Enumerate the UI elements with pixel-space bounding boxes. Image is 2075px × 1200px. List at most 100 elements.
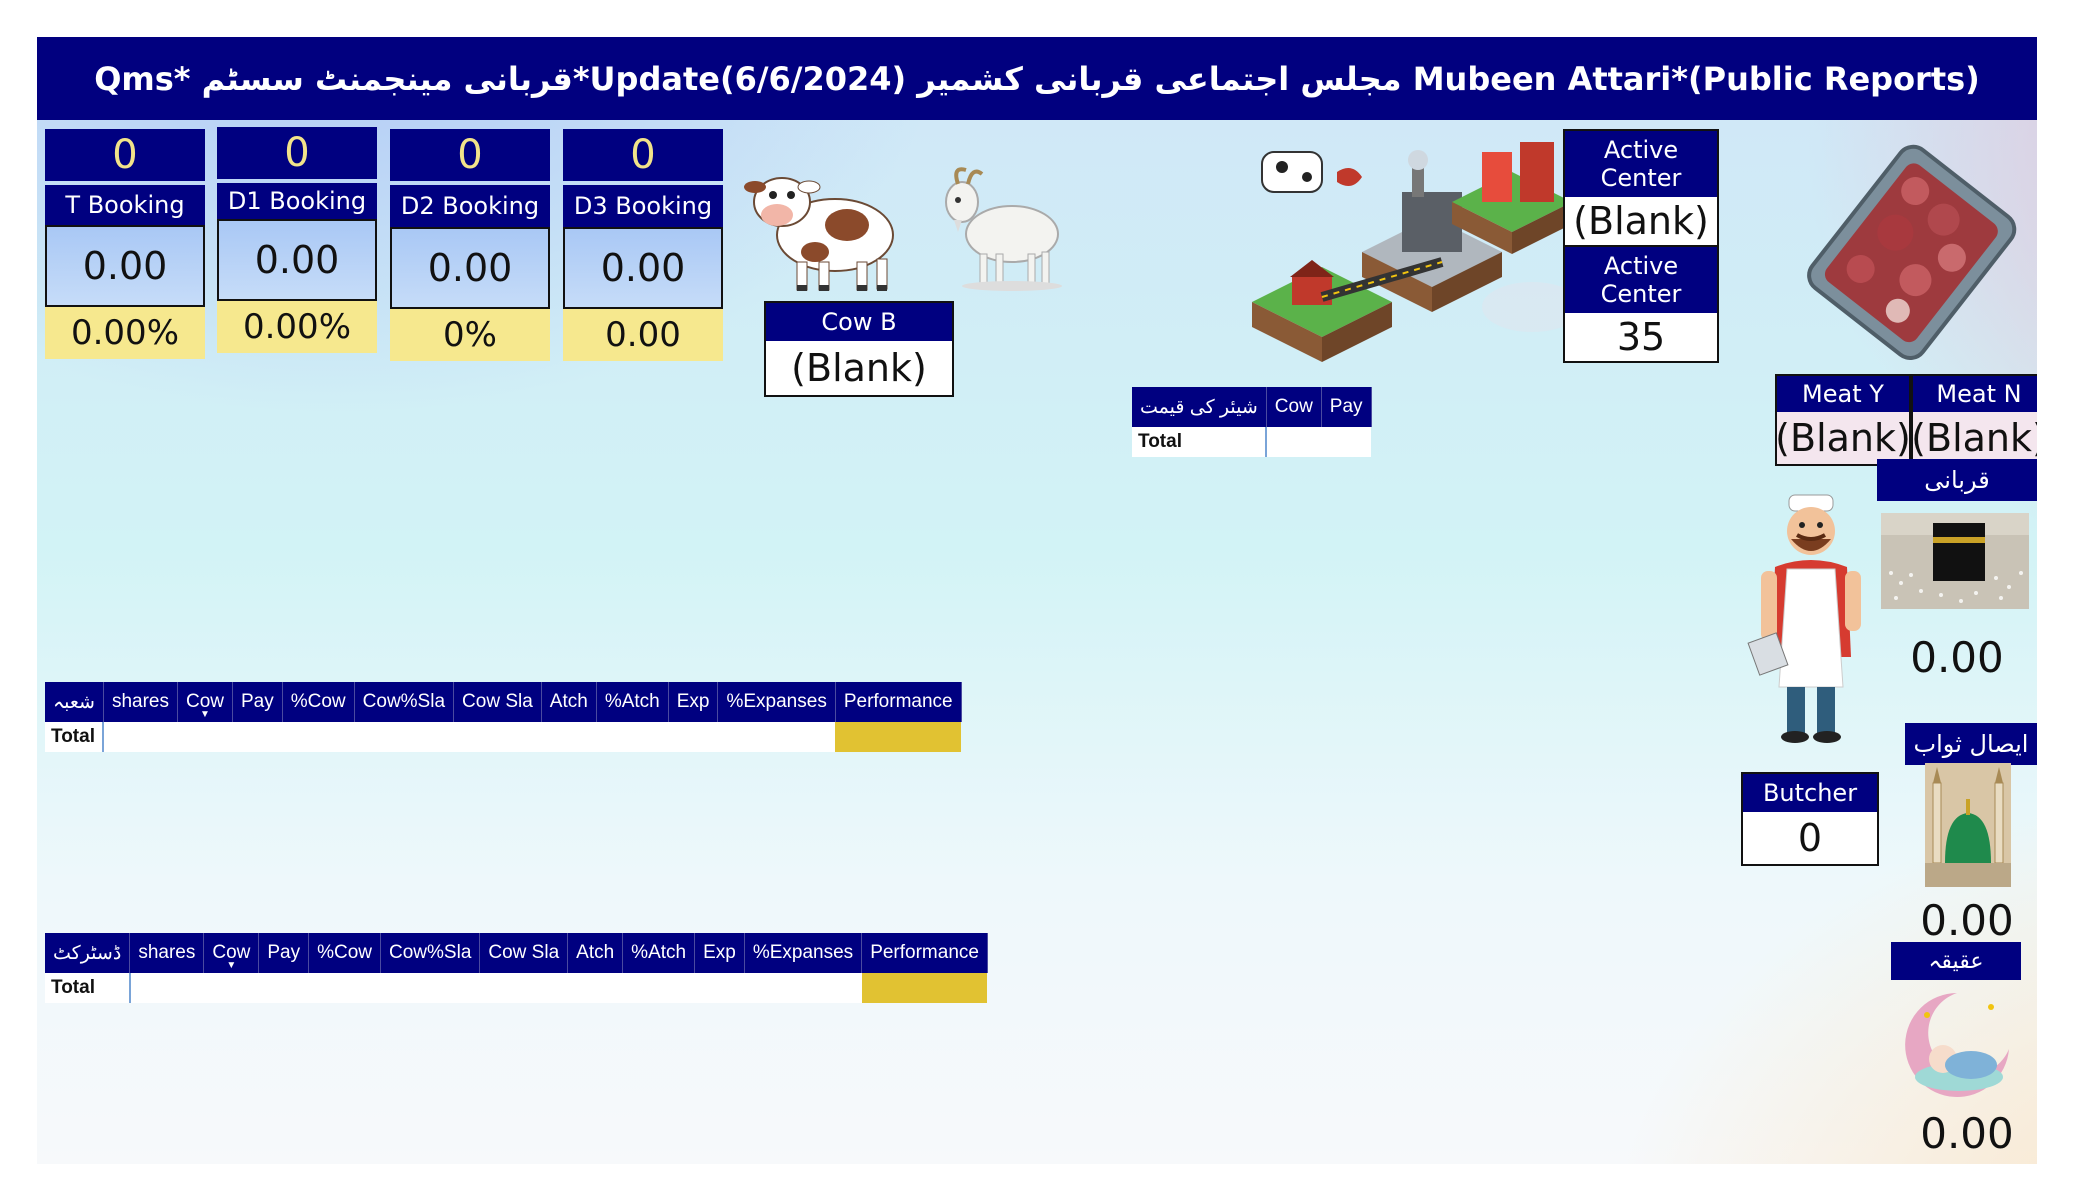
- column-header[interactable]: shares: [103, 682, 178, 722]
- table-row: Total: [1132, 427, 1372, 457]
- column-header[interactable]: Pay: [1321, 387, 1372, 427]
- table-cell: [380, 973, 480, 1003]
- kpi-d3-booking: 0 D3 Booking 0.00 0.00: [563, 129, 723, 361]
- district-matrix: ڈسٹرکٹ shares Cow ▼ Pay %Cow Cow%Sla Cow …: [45, 933, 988, 1003]
- kpi-percent: 0.00: [563, 309, 723, 361]
- report-canvas: (Public Reports)*Mubeen Attari مجلس اجتم…: [37, 37, 2037, 1164]
- sort-caret-icon[interactable]: ▼: [226, 960, 236, 971]
- table-cell: [1321, 427, 1372, 457]
- column-header[interactable]: Atch: [567, 933, 624, 973]
- table-cell: [282, 722, 355, 752]
- performance-cell: [835, 722, 962, 752]
- meat-tray-icon: [1807, 137, 2017, 367]
- active-center-value: 35: [1616, 315, 1666, 359]
- table-cell: [103, 722, 178, 752]
- active-center-value: (Blank): [1573, 199, 1709, 243]
- column-header[interactable]: %Cow: [282, 682, 355, 722]
- mosque-dome-icon: [1925, 763, 2011, 887]
- report-header: (Public Reports)*Mubeen Attari مجلس اجتم…: [37, 37, 2037, 120]
- column-header[interactable]: %Cow: [308, 933, 382, 973]
- isal-sawab-value: 0.00: [1920, 895, 2014, 945]
- farm-to-restaurant-icon: [1242, 132, 1597, 367]
- table-cell: [479, 973, 568, 1003]
- kpi-label: D1 Booking: [217, 183, 377, 219]
- meat-n-card: Meat N (Blank): [1911, 374, 2037, 466]
- column-header[interactable]: shares: [129, 933, 205, 973]
- kpi-percent: 0.00%: [45, 307, 205, 359]
- performance-cell: [861, 973, 988, 1003]
- butcher-value: 0: [1797, 816, 1823, 860]
- meat-y-value: (Blank): [1775, 412, 1911, 464]
- kpi-count: 0: [217, 127, 377, 179]
- total-label: Total: [45, 973, 131, 1003]
- shoba-table: شعبہ shares Cow ▼ Pay %Cow Cow%Sla Cow Sl…: [45, 682, 962, 752]
- baby-moon-icon: [1897, 985, 2017, 1103]
- table-cell: [596, 722, 669, 752]
- kpi-amount: 0.00: [390, 227, 550, 309]
- share-price-matrix: شیئر کی قیمت Cow Pay Total: [1132, 387, 1372, 457]
- cow-b-label: Cow B: [766, 303, 952, 341]
- kpi-label: T Booking: [45, 185, 205, 225]
- column-header[interactable]: Cow Sla: [453, 682, 542, 722]
- active-center-card-1: Active Center (Blank): [1563, 129, 1719, 247]
- column-header[interactable]: Cow Sla: [479, 933, 569, 973]
- kpi-d2-booking: 0 D2 Booking 0.00 0%: [390, 129, 550, 361]
- table-cell: [177, 722, 233, 752]
- kpi-d1-booking: 0 D1 Booking 0.00 0.00%: [217, 127, 377, 353]
- column-header[interactable]: Cow%Sla: [380, 933, 481, 973]
- table-cell: [717, 722, 836, 752]
- column-header[interactable]: Pay: [232, 682, 283, 722]
- table-cell: [258, 973, 309, 1003]
- column-header-sorted[interactable]: Cow ▼: [177, 682, 234, 722]
- total-label: Total: [45, 722, 105, 752]
- column-header[interactable]: شعبہ: [45, 682, 104, 722]
- column-header[interactable]: Performance: [835, 682, 962, 722]
- table-row: Total: [45, 722, 962, 752]
- table-cell: [203, 973, 259, 1003]
- active-center-label: Active Center: [1565, 247, 1717, 313]
- column-header[interactable]: %Atch: [622, 933, 696, 973]
- table-cell: [453, 722, 542, 752]
- total-label: Total: [1132, 427, 1268, 457]
- column-header[interactable]: %Atch: [596, 682, 669, 722]
- table-cell: [129, 973, 204, 1003]
- table-cell: [1266, 427, 1322, 457]
- meat-y-card: Meat Y (Blank): [1775, 374, 1911, 466]
- kpi-amount: 0.00: [563, 227, 723, 309]
- kpi-percent: 0%: [390, 309, 550, 361]
- aqiqa-value: 0.00: [1920, 1108, 2014, 1158]
- kpi-amount: 0.00: [45, 225, 205, 307]
- share-price-table: شیئر کی قیمت Cow Pay Total: [1132, 387, 1372, 457]
- column-header[interactable]: Cow: [1266, 387, 1322, 427]
- column-header[interactable]: Pay: [258, 933, 310, 973]
- column-header[interactable]: Cow%Sla: [354, 682, 455, 722]
- table-cell: [354, 722, 454, 752]
- column-header[interactable]: Exp: [694, 933, 745, 973]
- isal-sawab-label: ایصال ثواب: [1905, 723, 2037, 765]
- kaaba-icon: [1881, 513, 2029, 609]
- cow-icon: [737, 157, 907, 297]
- table-cell: [622, 973, 695, 1003]
- qurbani-value: 0.00: [1910, 632, 2004, 682]
- column-header[interactable]: Performance: [861, 933, 988, 973]
- butcher-card: Butcher 0: [1741, 772, 1879, 866]
- column-header[interactable]: Atch: [541, 682, 597, 722]
- active-center-label: Active Center: [1565, 131, 1717, 197]
- sort-caret-icon[interactable]: ▼: [200, 709, 210, 720]
- kpi-percent: 0.00%: [217, 301, 377, 353]
- table-cell: [694, 973, 745, 1003]
- column-header[interactable]: %Expanses: [744, 933, 863, 973]
- table-cell: [232, 722, 283, 752]
- table-cell: [744, 973, 862, 1003]
- column-header[interactable]: Exp: [668, 682, 719, 722]
- report-title: (Public Reports)*Mubeen Attari مجلس اجتم…: [94, 59, 1980, 98]
- table-cell: [567, 973, 623, 1003]
- column-header[interactable]: %Expanses: [717, 682, 836, 722]
- meat-n-value: (Blank): [1911, 412, 2037, 464]
- kpi-label: D2 Booking: [390, 185, 550, 227]
- kpi-t-booking: 0 T Booking 0.00 0.00%: [45, 129, 205, 359]
- column-header[interactable]: ڈسٹرکٹ: [45, 933, 131, 973]
- kpi-amount: 0.00: [217, 219, 377, 301]
- column-header-sorted[interactable]: Cow ▼: [203, 933, 260, 973]
- column-header[interactable]: شیئر کی قیمت: [1132, 387, 1267, 427]
